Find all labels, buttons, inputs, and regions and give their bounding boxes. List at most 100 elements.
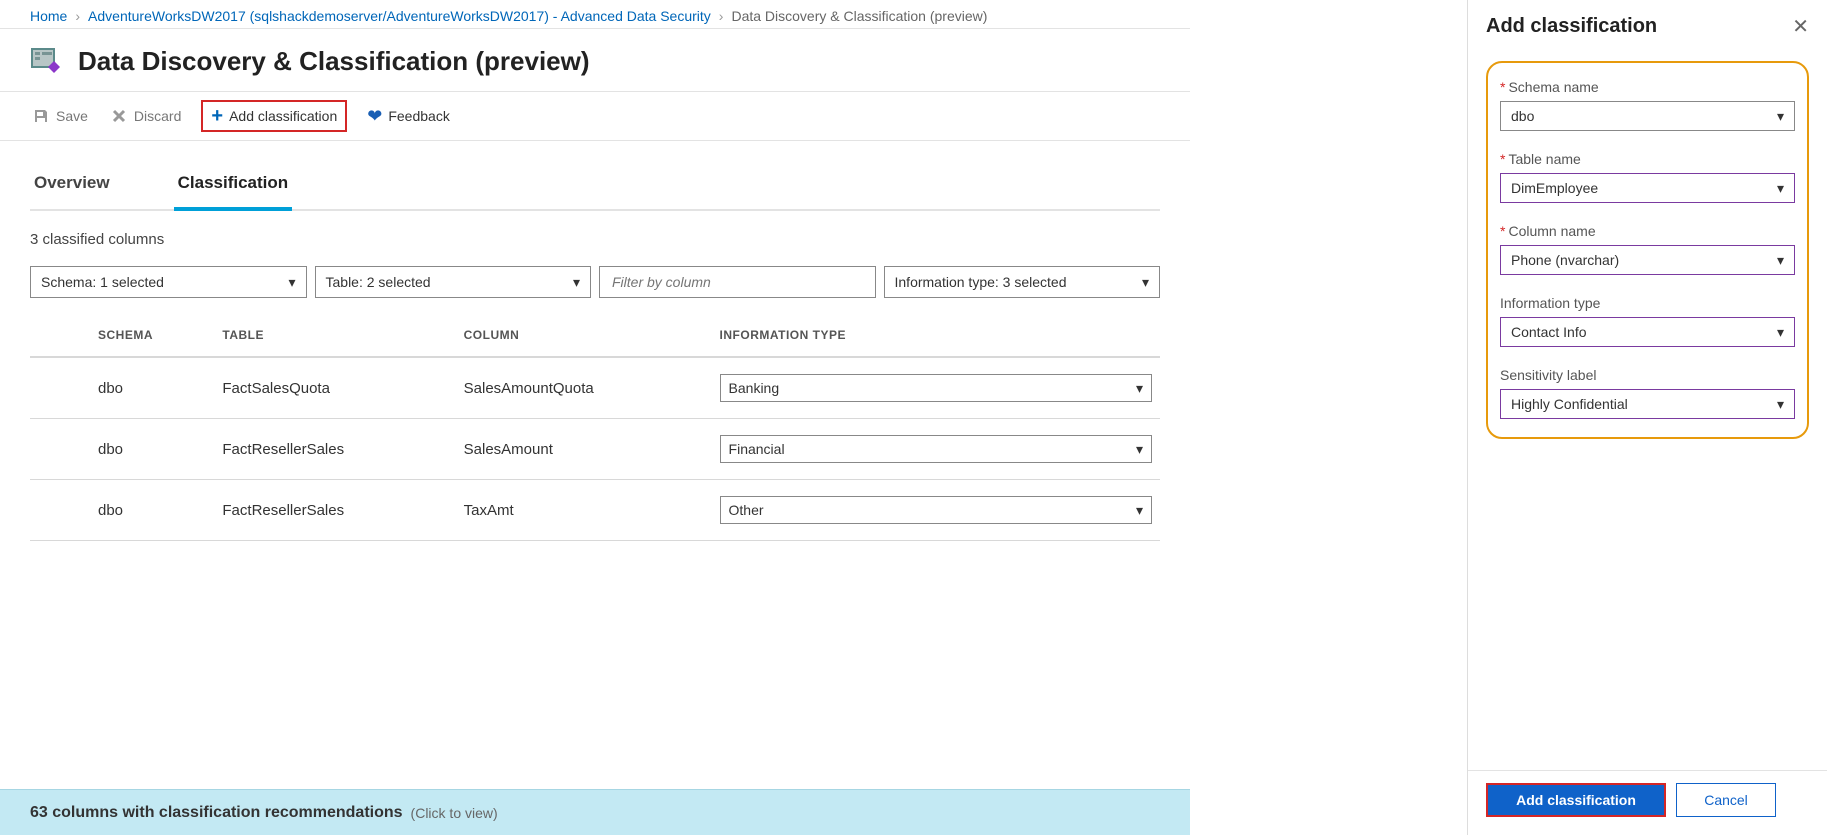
tab-classification[interactable]: Classification: [174, 161, 293, 211]
classification-icon: [30, 43, 66, 79]
cell-table: FactResellerSales: [214, 419, 455, 480]
select-infotype[interactable]: Contact Info ▾: [1500, 317, 1795, 347]
th-infotype: INFORMATION TYPE: [712, 314, 1160, 357]
chevron-down-icon: ▾: [1136, 502, 1143, 519]
page-title: Data Discovery & Classification (preview…: [78, 46, 590, 77]
th-table: TABLE: [214, 314, 455, 357]
panel-title: Add classification: [1486, 15, 1657, 38]
chevron-down-icon: ▾: [1777, 252, 1784, 269]
th-schema: SCHEMA: [90, 314, 214, 357]
cell-infotype-value: Financial: [729, 441, 785, 457]
chevron-down-icon: ▾: [1777, 324, 1784, 341]
cancel-button[interactable]: Cancel: [1676, 783, 1776, 817]
cell-infotype-select[interactable]: Financial ▾: [720, 435, 1152, 463]
close-icon: [110, 107, 128, 125]
filter-table-label: Table: 2 selected: [326, 274, 431, 290]
breadcrumb-home[interactable]: Home: [30, 8, 67, 24]
chevron-down-icon: ▾: [573, 274, 580, 291]
label-schema: *Schema name: [1500, 79, 1795, 95]
label-infotype: Information type: [1500, 295, 1795, 311]
recommendations-hint: (Click to view): [411, 805, 498, 821]
select-infotype-value: Contact Info: [1511, 324, 1587, 340]
chevron-down-icon: ▾: [1777, 396, 1784, 413]
field-schema: *Schema name dbo ▾: [1500, 79, 1795, 131]
panel-footer: Add classification Cancel: [1468, 770, 1827, 835]
select-sensitivity[interactable]: Highly Confidential ▾: [1500, 389, 1795, 419]
filter-column[interactable]: [599, 266, 876, 298]
label-sensitivity: Sensitivity label: [1500, 367, 1795, 383]
cell-column: SalesAmountQuota: [456, 357, 712, 419]
tab-overview[interactable]: Overview: [30, 161, 114, 209]
chevron-down-icon: ▾: [1777, 180, 1784, 197]
toolbar: Save Discard + Add classification ❤ Feed…: [0, 91, 1190, 141]
label-column: *Column name: [1500, 223, 1795, 239]
select-table-value: DimEmployee: [1511, 180, 1598, 196]
filter-infotype-label: Information type: 3 selected: [895, 274, 1067, 290]
cell-infotype-select[interactable]: Banking ▾: [720, 374, 1152, 402]
field-column: *Column name Phone (nvarchar) ▾: [1500, 223, 1795, 275]
cell-infotype-select[interactable]: Other ▾: [720, 496, 1152, 524]
classification-table: SCHEMA TABLE COLUMN INFORMATION TYPE dbo…: [30, 314, 1160, 541]
chevron-down-icon: ▾: [1777, 108, 1784, 125]
filter-schema[interactable]: Schema: 1 selected ▾: [30, 266, 307, 298]
feedback-label: Feedback: [388, 108, 449, 124]
cell-table: FactResellerSales: [214, 480, 455, 541]
chevron-right-icon: ›: [719, 8, 724, 24]
save-icon: [32, 107, 50, 125]
chevron-right-icon: ›: [75, 8, 80, 24]
cell-column: TaxAmt: [456, 480, 712, 541]
save-label: Save: [56, 108, 88, 124]
filters: Schema: 1 selected ▾ Table: 2 selected ▾…: [30, 266, 1160, 298]
filter-infotype[interactable]: Information type: 3 selected ▾: [884, 266, 1161, 298]
filter-table[interactable]: Table: 2 selected ▾: [315, 266, 592, 298]
table-header-row: SCHEMA TABLE COLUMN INFORMATION TYPE: [30, 314, 1160, 357]
discard-label: Discard: [134, 108, 181, 124]
breadcrumb-db[interactable]: AdventureWorksDW2017 (sqlshackdemoserver…: [88, 8, 711, 24]
feedback-button[interactable]: ❤ Feedback: [365, 102, 452, 131]
select-schema[interactable]: dbo ▾: [1500, 101, 1795, 131]
page-title-row: Data Discovery & Classification (preview…: [0, 29, 1190, 91]
heart-icon: ❤: [367, 106, 382, 127]
filter-schema-label: Schema: 1 selected: [41, 274, 164, 290]
add-classification-button[interactable]: + Add classification: [201, 100, 347, 132]
cell-schema: dbo: [90, 357, 214, 419]
plus-icon: +: [211, 106, 223, 126]
discard-button: Discard: [108, 103, 183, 129]
table-row: dboFactResellerSalesSalesAmount Financial…: [30, 419, 1160, 480]
select-schema-value: dbo: [1511, 108, 1534, 124]
add-label: Add classification: [229, 108, 337, 124]
cell-infotype-value: Banking: [729, 380, 780, 396]
filter-column-input[interactable]: [610, 273, 865, 291]
field-sensitivity: Sensitivity label Highly Confidential ▾: [1500, 367, 1795, 419]
cell-column: SalesAmount: [456, 419, 712, 480]
recommendations-banner[interactable]: 63 columns with classification recommend…: [0, 789, 1190, 835]
cell-schema: dbo: [90, 419, 214, 480]
panel-header: Add classification ✕: [1468, 0, 1827, 53]
label-table: *Table name: [1500, 151, 1795, 167]
th-column: COLUMN: [456, 314, 712, 357]
field-table: *Table name DimEmployee ▾: [1500, 151, 1795, 203]
main-area: Home › AdventureWorksDW2017 (sqlshackdem…: [0, 0, 1190, 835]
chevron-down-icon: ▾: [1136, 441, 1143, 458]
chevron-down-icon: ▾: [1142, 274, 1149, 291]
breadcrumb: Home › AdventureWorksDW2017 (sqlshackdem…: [0, 0, 1190, 29]
breadcrumb-current: Data Discovery & Classification (preview…: [731, 8, 987, 24]
classified-count: 3 classified columns: [30, 231, 1160, 248]
close-icon[interactable]: ✕: [1792, 14, 1809, 39]
cell-infotype-value: Other: [729, 502, 764, 518]
cell-table: FactSalesQuota: [214, 357, 455, 419]
save-button: Save: [30, 103, 90, 129]
submit-button[interactable]: Add classification: [1486, 783, 1666, 817]
select-column-value: Phone (nvarchar): [1511, 252, 1619, 268]
field-infotype: Information type Contact Info ▾: [1500, 295, 1795, 347]
select-column[interactable]: Phone (nvarchar) ▾: [1500, 245, 1795, 275]
recommendations-text: 63 columns with classification recommend…: [30, 804, 403, 822]
cell-schema: dbo: [90, 480, 214, 541]
select-table[interactable]: DimEmployee ▾: [1500, 173, 1795, 203]
content: Overview Classification 3 classified col…: [0, 141, 1190, 835]
tabs: Overview Classification: [30, 161, 1160, 211]
form-box: *Schema name dbo ▾ *Table name DimEmploy…: [1486, 61, 1809, 439]
chevron-down-icon: ▾: [288, 274, 295, 291]
table-row: dboFactSalesQuotaSalesAmountQuota Banking…: [30, 357, 1160, 419]
chevron-down-icon: ▾: [1136, 380, 1143, 397]
